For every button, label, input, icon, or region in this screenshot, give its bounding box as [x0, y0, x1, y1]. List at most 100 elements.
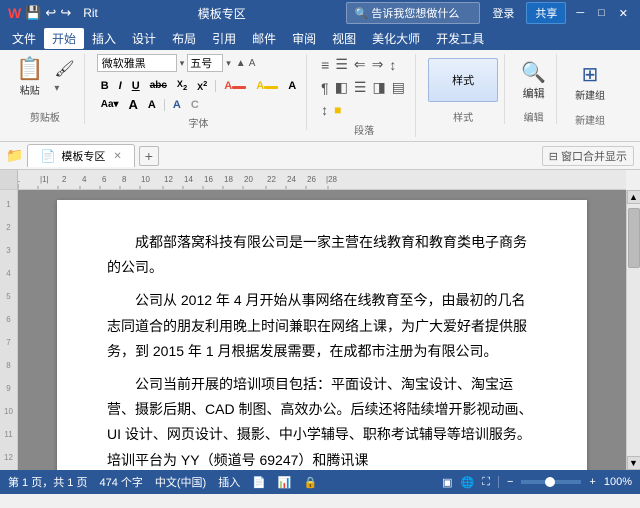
superscript-button[interactable]: X2 — [193, 78, 211, 93]
share-button[interactable]: 共享 — [526, 2, 566, 24]
title-bar-center: 模板专区 — [98, 5, 346, 22]
svg-text:4: 4 — [82, 175, 87, 184]
menu-home[interactable]: 开始 — [44, 28, 84, 49]
side-ruler: 1 2 3 4 5 6 7 8 9 10 11 12 — [0, 190, 18, 470]
align-left-button[interactable]: ◧ — [333, 77, 350, 98]
window-combine-icon[interactable]: ⊟ 窗口合并显示 — [542, 146, 634, 166]
underline-button[interactable]: U — [128, 79, 144, 93]
insert-mode[interactable]: 插入 — [218, 474, 240, 490]
ribbon: 📋 粘贴 🖌 ▾ 剪贴板 ▾ ▾ ▲ A B I — [0, 50, 640, 142]
window-close[interactable]: ✕ — [615, 7, 632, 20]
quick-access-save[interactable]: 💾 — [25, 5, 41, 21]
font-shrink-button[interactable]: A — [144, 98, 160, 112]
style-selector[interactable]: 样式 — [428, 58, 498, 102]
doc-scroll-area[interactable]: 成都部落窝科技有限公司是一家主营在线教育和教育类电子商务的公司。 公司从 201… — [18, 190, 626, 470]
menu-references[interactable]: 引用 — [204, 28, 244, 49]
ribbon-paragraph-group: ≡ ☰ ⇐ ⇒ ↕ ¶ ◧ ☰ ◨ ▤ ↕ ■ 段落 — [313, 54, 416, 137]
highlight-button[interactable]: A — [252, 79, 282, 93]
menu-view[interactable]: 视图 — [324, 28, 364, 49]
text-effect-button[interactable]: A — [169, 98, 185, 112]
font-clear-button[interactable]: A — [284, 79, 300, 93]
menu-insert[interactable]: 插入 — [84, 28, 124, 49]
doc-page: 成都部落窝科技有限公司是一家主营在线教育和教育类电子商务的公司。 公司从 201… — [57, 200, 587, 470]
line-spacing-button[interactable]: ↕ — [319, 100, 330, 120]
view-full[interactable]: ⛶ — [482, 476, 490, 489]
paste-button[interactable]: 📋 粘贴 — [12, 54, 47, 99]
ribbon-style-group: 样式 样式 — [422, 54, 505, 124]
menu-mailings[interactable]: 邮件 — [244, 28, 284, 49]
quick-access-undo[interactable]: ↩ — [45, 5, 56, 21]
tab-close-icon[interactable]: ✕ — [113, 151, 121, 162]
svg-text:10: 10 — [141, 175, 150, 184]
ribbon-new-group: ⊞ 新建组 新建组 — [563, 54, 617, 127]
change-case-button[interactable]: Aa▾ — [97, 98, 123, 111]
font-size-dropdown[interactable]: ▾ — [226, 58, 231, 69]
menu-review[interactable]: 审阅 — [284, 28, 324, 49]
folder-icon[interactable]: 📁 — [6, 147, 23, 164]
align-right-button[interactable]: ◨ — [370, 77, 387, 98]
font-selector-row: ▾ ▾ ▲ A — [97, 54, 300, 72]
increase-indent-button[interactable]: ⇒ — [370, 54, 386, 75]
new-group-button[interactable]: ⊞ 新建组 — [569, 58, 611, 106]
format-painter-button[interactable]: 🖌 — [51, 58, 77, 80]
italic-button[interactable]: I — [115, 79, 126, 93]
scrollbar-track — [627, 204, 640, 456]
svg-text:6: 6 — [102, 175, 107, 184]
view-normal[interactable]: ▣ — [442, 476, 452, 489]
document-tab[interactable]: 📄 模板专区 ✕ — [27, 144, 134, 167]
subscript-button[interactable]: X2 — [173, 78, 191, 93]
scrollbar-up-button[interactable]: ▲ — [627, 190, 640, 204]
align-center-button[interactable]: ☰ — [352, 77, 369, 98]
font-size-input[interactable] — [187, 54, 223, 72]
svg-text:|1|: |1| — [40, 175, 49, 184]
zoom-minus[interactable]: − — [507, 476, 513, 488]
scrollbar-thumb[interactable] — [628, 208, 640, 268]
zoom-plus[interactable]: + — [589, 476, 595, 488]
wps-logo: W — [8, 5, 21, 21]
edit-label: 编辑 — [524, 109, 544, 124]
bullets-button[interactable]: ≡ — [319, 54, 331, 75]
numbering-button[interactable]: ☰ — [333, 54, 350, 75]
shading-button[interactable]: ■ — [332, 100, 343, 120]
language: 中文(中国) — [155, 474, 206, 490]
font-size-up[interactable]: ▲ — [236, 58, 246, 69]
status-bar: 第 1 页，共 1 页 474 个字 中文(中国) 插入 📄 📊 🔒 ▣ 🌐 ⛶… — [0, 470, 640, 494]
clear-all-button[interactable]: C — [187, 98, 203, 112]
font-name-dropdown[interactable]: ▾ — [180, 58, 185, 69]
font-size-down[interactable]: A — [249, 58, 256, 69]
svg-text:8: 8 — [122, 175, 127, 184]
menu-design[interactable]: 设计 — [124, 28, 164, 49]
style-label: 样式 — [453, 109, 473, 124]
font-color-button[interactable]: A — [220, 79, 250, 93]
clipboard-label: 剪贴板 — [30, 109, 60, 124]
decrease-indent-button[interactable]: ⇐ — [352, 54, 368, 75]
new-tab-button[interactable]: + — [139, 146, 159, 166]
menu-layout[interactable]: 布局 — [164, 28, 204, 49]
ribbon-edit-group: 🔍 编辑 编辑 — [511, 54, 557, 124]
justify-button[interactable]: ▤ — [390, 77, 407, 98]
scrollbar-down-button[interactable]: ▼ — [627, 456, 640, 470]
window-minimize[interactable]: ─ — [572, 7, 588, 19]
sort-button[interactable]: ↕ — [387, 54, 398, 75]
paragraph-3: 公司当前开展的培训项目包括：平面设计、淘宝设计、淘宝运营、摄影后期、CAD 制图… — [107, 372, 537, 470]
clipboard-expand[interactable]: ▾ — [51, 82, 77, 95]
menu-file[interactable]: 文件 — [4, 28, 44, 49]
menu-bar: 文件 开始 插入 设计 布局 引用 邮件 审阅 视图 美化大师 开发工具 — [0, 26, 640, 50]
zoom-slider[interactable] — [521, 480, 581, 484]
window-maximize[interactable]: □ — [594, 7, 609, 19]
strikethrough-button[interactable]: abc — [146, 79, 171, 92]
show-marks-button[interactable]: ¶ — [319, 77, 331, 98]
search-box[interactable]: 🔍 告诉我您想做什么 — [346, 2, 481, 24]
bold-button[interactable]: B — [97, 79, 113, 93]
menu-beautify[interactable]: 美化大师 — [364, 28, 428, 49]
title-bar-left: W 💾 ↩ ↪ Rit — [8, 5, 98, 21]
font-label: 字体 — [188, 115, 208, 130]
edit-button[interactable]: 🔍 编辑 — [517, 58, 550, 103]
quick-access-redo[interactable]: ↪ — [60, 5, 71, 21]
font-name-input[interactable] — [97, 54, 177, 72]
font-grow-button[interactable]: A — [125, 96, 142, 113]
view-web[interactable]: 🌐 — [461, 476, 475, 489]
status-icon1: 📄 — [252, 476, 266, 489]
menu-devtools[interactable]: 开发工具 — [428, 28, 492, 49]
login-button[interactable]: 登录 — [486, 3, 520, 23]
